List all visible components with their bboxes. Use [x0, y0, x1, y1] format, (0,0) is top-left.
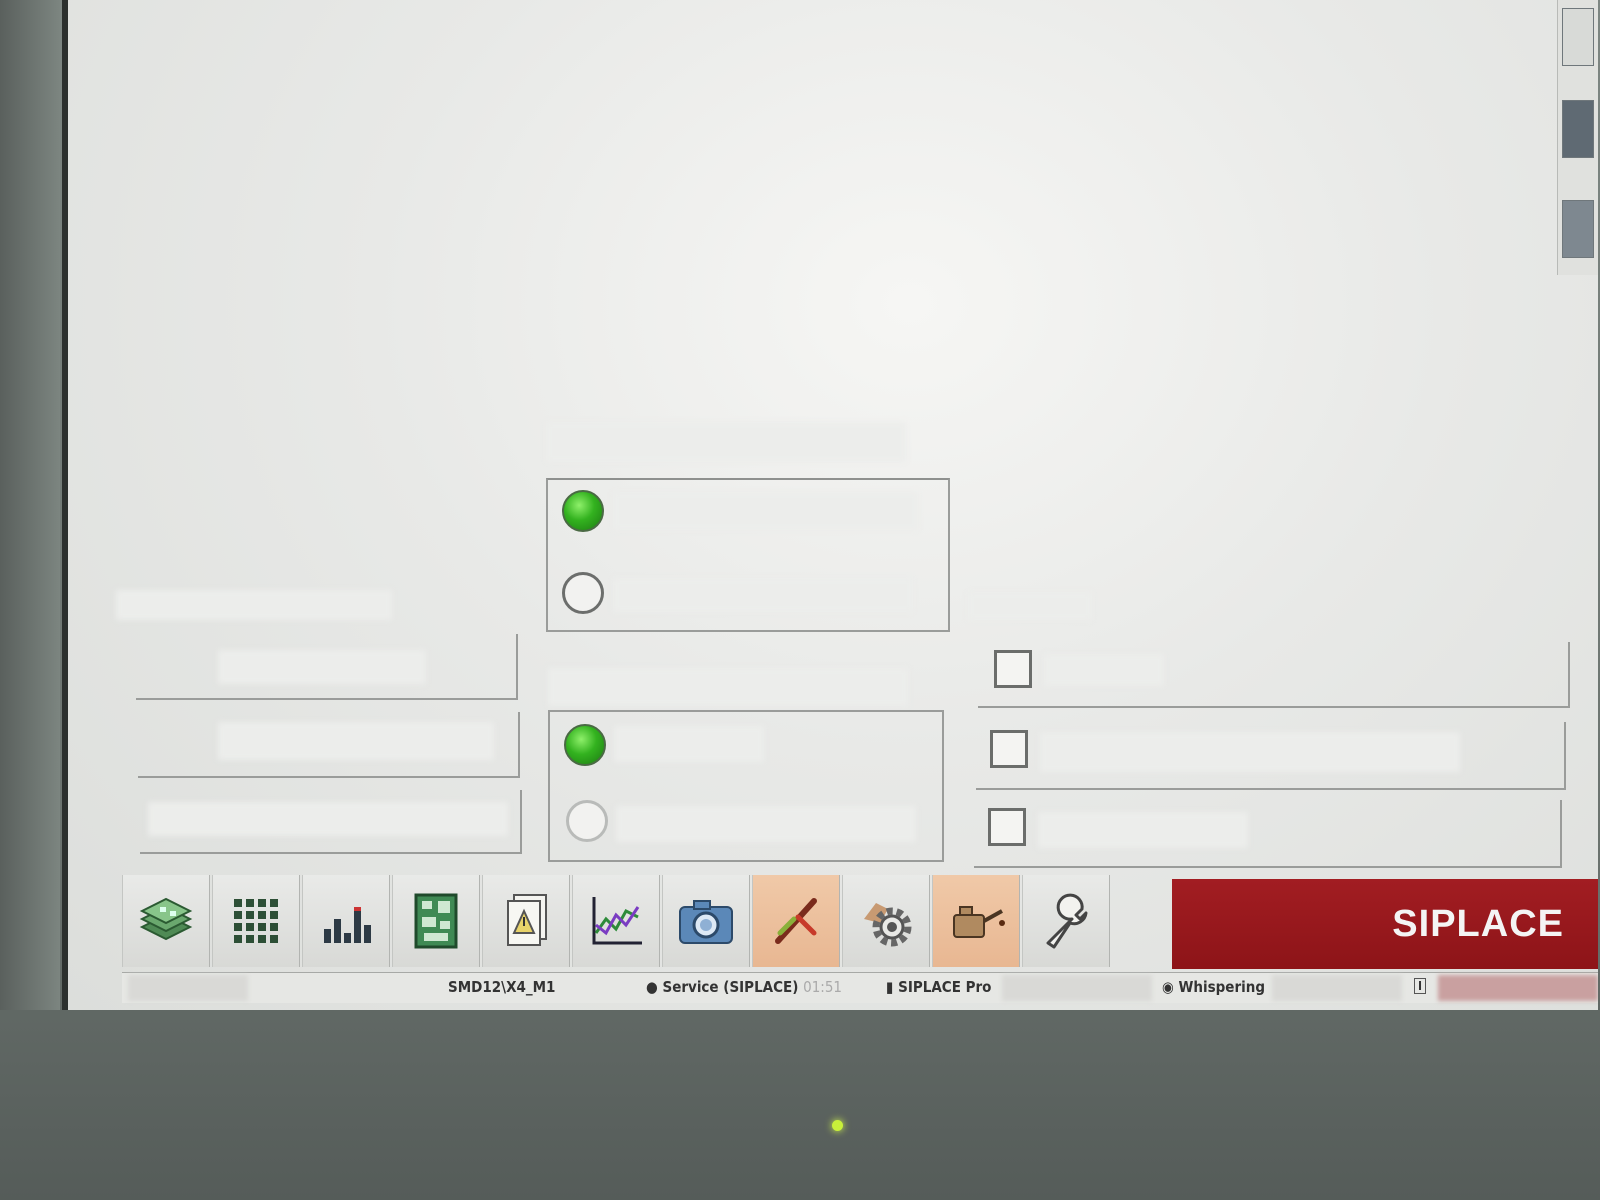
oil-can-icon: [953, 906, 1005, 938]
radio-option-1a[interactable]: [562, 490, 604, 532]
radio-option-1a-label: [613, 492, 918, 530]
siplace-logo-text: SIPLACE: [1392, 902, 1564, 945]
main-toolbar: SIPLACE: [122, 875, 1598, 970]
mode-icon: ◉: [1162, 978, 1174, 996]
radio-option-1b[interactable]: [562, 572, 604, 614]
documents-button[interactable]: [482, 875, 570, 967]
section-heading-redacted: [546, 422, 906, 462]
left-field-1-value: [218, 650, 426, 684]
checkbox-2[interactable]: [990, 730, 1028, 768]
grid-icon: [234, 899, 278, 943]
status-mode-text: Whispering: [1178, 978, 1266, 996]
camera-button[interactable]: [662, 875, 750, 967]
status-redacted-left: [128, 975, 248, 1001]
wrench-icon: [1046, 893, 1088, 949]
boards-button[interactable]: [122, 875, 210, 967]
radio-option-1b-label: [613, 578, 913, 612]
camera-icon: [679, 900, 733, 944]
siplace-logo: SIPLACE: [1172, 879, 1598, 969]
grid-view-button[interactable]: [212, 875, 300, 967]
side-panel-button-2[interactable]: [1562, 100, 1594, 158]
status-product: ▮ SIPLACE Pro: [886, 978, 991, 996]
left-field-2-value: [218, 722, 494, 760]
checkbox-3[interactable]: [988, 808, 1026, 846]
radio-option-2a-label: [614, 726, 764, 762]
tools-icon: [775, 898, 817, 944]
right-section-heading-redacted: [968, 592, 1092, 620]
status-time: 01:51: [803, 978, 843, 996]
radio-option-2a[interactable]: [564, 724, 606, 766]
status-product-text: SIPLACE Pro: [898, 978, 992, 996]
checkbox-3-label: [1038, 812, 1248, 848]
side-panel-button-1[interactable]: [1562, 8, 1594, 66]
documents-warning-icon: [507, 894, 547, 946]
maintenance-button[interactable]: [932, 875, 1020, 967]
monitor-bezel-left: [0, 0, 60, 1010]
section-label-redacted: [548, 668, 908, 706]
status-mode: ◉ Whispering: [1162, 978, 1265, 996]
pcb-layout-button[interactable]: [392, 875, 480, 967]
status-redacted-far-right: [1438, 975, 1598, 1001]
radio-option-2b[interactable]: [566, 800, 608, 842]
gear-settings-icon: [864, 903, 912, 947]
left-field-3-value: [148, 802, 508, 836]
radio-option-2b-label: [616, 806, 916, 842]
histogram-button[interactable]: [302, 875, 390, 967]
side-panel: [1557, 0, 1598, 275]
machine-screen: SIPLACE SMD12\X4_M1 ● Service (SIPLACE) …: [62, 0, 1598, 1010]
trend-chart-button[interactable]: [572, 875, 660, 967]
checkbox-2-label: [1040, 732, 1460, 772]
trend-chart-icon: [592, 897, 642, 945]
status-user-text: Service (SIPLACE): [662, 978, 799, 996]
status-bar: SMD12\X4_M1 ● Service (SIPLACE) 01:51 ▮ …: [122, 972, 1598, 1003]
power-led: [832, 1120, 843, 1131]
status-redacted-middle: [1002, 975, 1152, 1001]
status-user: ● Service (SIPLACE) 01:51: [646, 978, 842, 996]
status-redacted-right: [1272, 975, 1402, 1001]
tools-button[interactable]: [752, 875, 840, 967]
status-indicator-icon[interactable]: I: [1414, 978, 1427, 994]
pcb-layout-icon: [414, 893, 458, 949]
side-panel-button-3[interactable]: [1562, 200, 1594, 258]
histogram-icon: [324, 907, 371, 943]
checkbox-1-label: [1044, 654, 1164, 686]
status-machine: SMD12\X4_M1: [448, 978, 556, 996]
settings-button[interactable]: [842, 875, 930, 967]
lock-icon: ▮: [886, 978, 894, 996]
user-icon: ●: [646, 978, 658, 996]
service-button[interactable]: [1022, 875, 1110, 967]
checkbox-1[interactable]: [994, 650, 1032, 688]
boards-stack-icon: [139, 897, 193, 941]
left-section-heading-redacted: [116, 590, 392, 620]
